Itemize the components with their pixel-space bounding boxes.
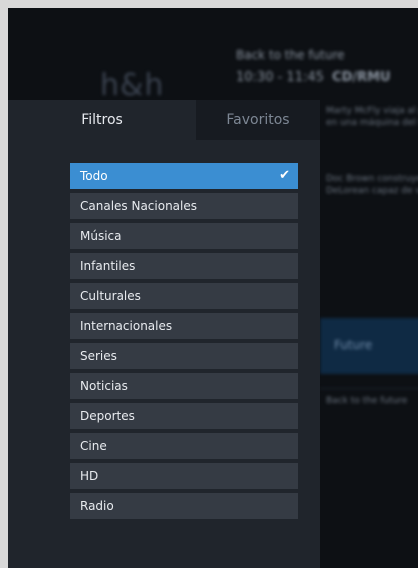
- tab-bar: Filtros Favoritos: [8, 100, 320, 140]
- tab-favoritos[interactable]: Favoritos: [196, 100, 320, 140]
- filter-item[interactable]: Cine: [70, 433, 298, 459]
- filter-item[interactable]: Noticias: [70, 373, 298, 399]
- filter-item[interactable]: HD: [70, 463, 298, 489]
- guide-row-description: Back to the future: [326, 396, 408, 406]
- program-description-line: en una máquina del tiempo: [326, 118, 418, 128]
- filter-item-label: Infantiles: [80, 259, 136, 273]
- filter-item[interactable]: Deportes: [70, 403, 298, 429]
- filter-item[interactable]: Radio: [70, 493, 298, 519]
- filter-item[interactable]: Música: [70, 223, 298, 249]
- filter-list: Todo ✔ Canales Nacionales Música Infantiles C…: [70, 163, 298, 523]
- filter-item[interactable]: Canales Nacionales: [70, 193, 298, 219]
- filter-item[interactable]: Infantiles: [70, 253, 298, 279]
- guide-row-highlight: Future: [320, 318, 418, 374]
- filter-item-label: Canales Nacionales: [80, 199, 198, 213]
- program-description-line: Doc Brown construye un: [326, 174, 418, 184]
- filter-item-label: Series: [80, 349, 117, 363]
- guide-row-label: Future: [334, 338, 373, 352]
- filter-item[interactable]: Todo ✔: [70, 163, 298, 189]
- guide-divider: [320, 388, 418, 389]
- channel-logo: h&h: [100, 68, 165, 103]
- filter-item[interactable]: Internacionales: [70, 313, 298, 339]
- program-description-line: Marty McFly viaja al pasado: [326, 106, 418, 116]
- filter-item-label: Culturales: [80, 289, 141, 303]
- filter-item-label: Música: [80, 229, 122, 243]
- checkmark-icon: ✔: [279, 168, 290, 183]
- filter-panel: Filtros Favoritos Todo ✔ Canales Nacionale…: [8, 100, 320, 568]
- program-tag: CD/RMU: [332, 70, 391, 85]
- filter-item-label: Deportes: [80, 409, 135, 423]
- filter-item-label: HD: [80, 469, 99, 483]
- filter-item-label: Noticias: [80, 379, 128, 393]
- program-time: 10:30 - 11:45: [236, 70, 324, 85]
- program-description-line: DeLorean capaz de viajar: [326, 186, 418, 196]
- filter-item[interactable]: Series: [70, 343, 298, 369]
- filter-item[interactable]: Culturales: [70, 283, 298, 309]
- filter-item-label: Internacionales: [80, 319, 173, 333]
- program-time-line: 10:30 - 11:45 CD/RMU: [236, 70, 391, 85]
- program-title: Back to the future: [236, 48, 345, 62]
- filter-item-label: Radio: [80, 499, 114, 513]
- tab-filtros[interactable]: Filtros: [8, 100, 196, 140]
- filter-item-label: Todo: [80, 169, 108, 183]
- tv-screen: h&h Back to the future 10:30 - 11:45 CD/…: [8, 8, 418, 568]
- filter-item-label: Cine: [80, 439, 107, 453]
